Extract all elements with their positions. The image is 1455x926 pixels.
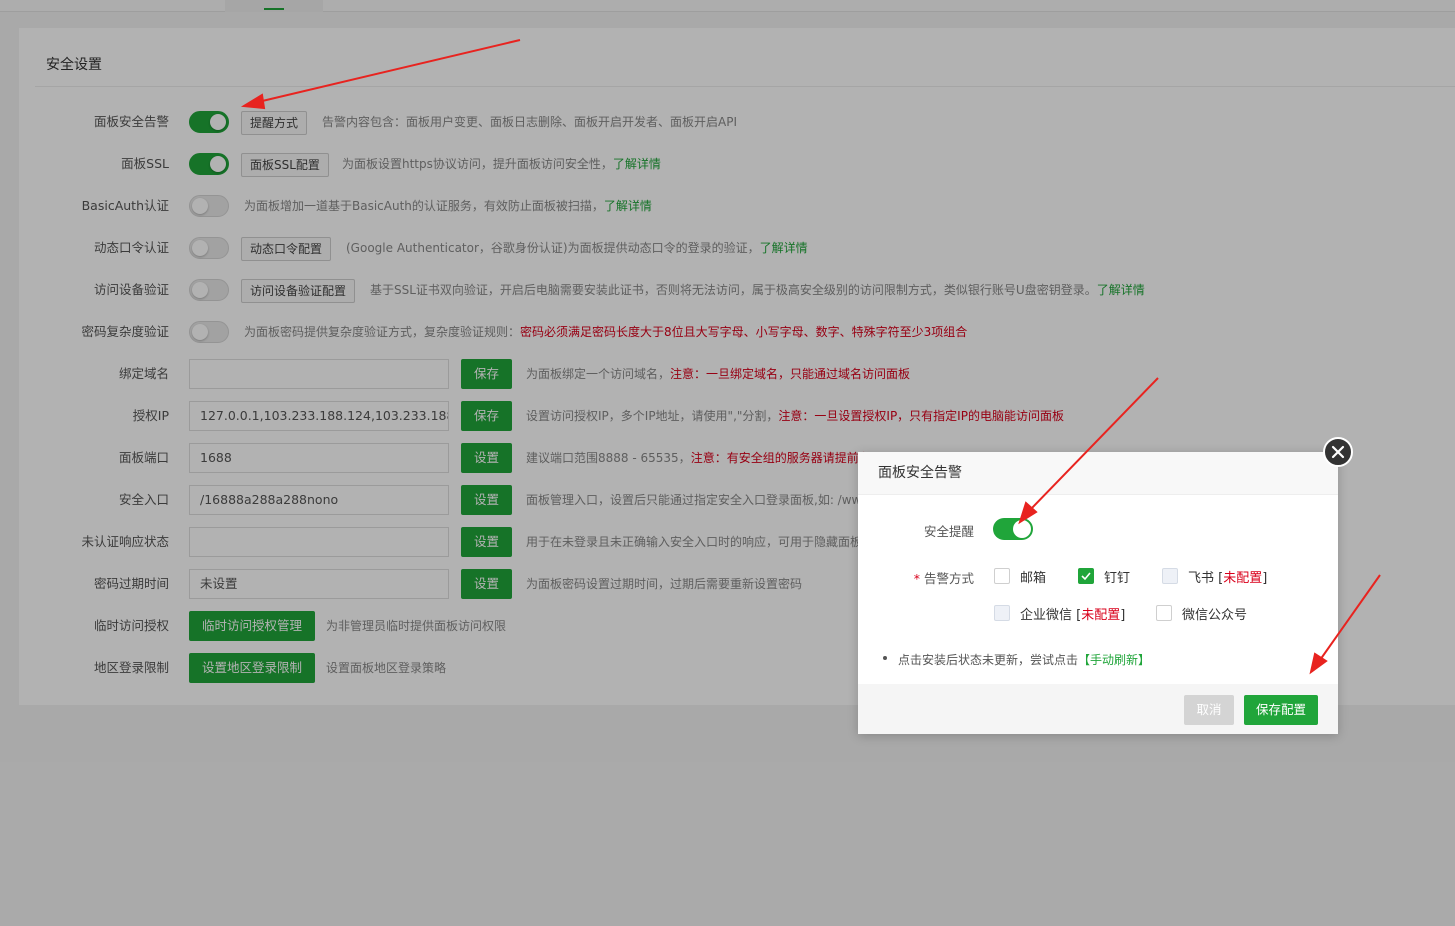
annotation-arrow xyxy=(1029,377,1159,511)
annotation-arrow xyxy=(257,39,521,103)
annotation-arrowhead xyxy=(1309,652,1328,675)
annotation-arrows xyxy=(240,39,1381,675)
annotation-arrow xyxy=(1319,574,1381,661)
annotation-arrowhead xyxy=(240,93,266,110)
